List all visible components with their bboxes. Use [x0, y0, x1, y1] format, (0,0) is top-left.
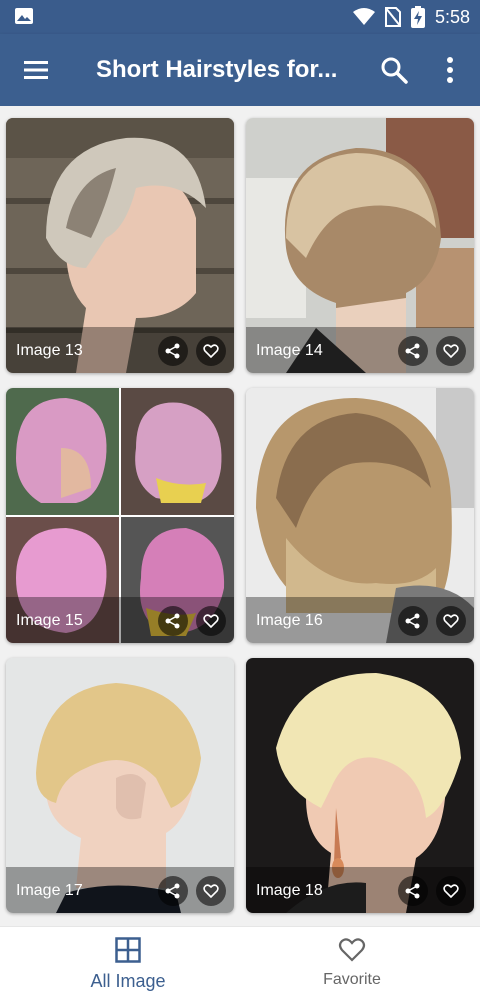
more-options-icon[interactable] — [438, 56, 462, 84]
wifi-icon — [352, 8, 375, 25]
share-icon — [405, 343, 420, 359]
status-time: 5:58 — [434, 6, 470, 27]
image-card[interactable]: Image 16 — [246, 388, 474, 643]
image-card[interactable]: Image 17 — [6, 658, 234, 913]
image-card[interactable]: Image 14 — [246, 118, 474, 373]
no-sim-icon — [384, 7, 401, 27]
page-title: Short Hairstyles for... — [96, 56, 338, 83]
grid-icon — [115, 937, 141, 963]
nav-all-image-label: All Image — [90, 971, 166, 991]
share-button[interactable] — [158, 336, 188, 366]
image-card[interactable]: Image 13 — [6, 118, 234, 373]
image-card[interactable]: Image 18 — [246, 658, 474, 913]
heart-outline-icon — [203, 344, 219, 359]
favorite-button[interactable] — [436, 606, 466, 636]
share-icon — [165, 343, 180, 359]
image-caption: Image 18 — [256, 882, 323, 899]
image-caption: Image 15 — [16, 612, 83, 629]
image-caption: Image 14 — [256, 342, 323, 359]
status-bar: 5:58 — [0, 0, 480, 34]
share-icon — [165, 613, 180, 629]
favorite-button[interactable] — [196, 606, 226, 636]
favorite-button[interactable] — [196, 876, 226, 906]
share-button[interactable] — [158, 876, 188, 906]
nav-favorite-label: Favorite — [323, 971, 381, 988]
nav-favorite[interactable]: Favorite — [232, 927, 472, 1001]
share-button[interactable] — [398, 876, 428, 906]
share-icon — [405, 613, 420, 629]
heart-outline-icon — [443, 614, 459, 629]
search-icon[interactable] — [380, 56, 408, 84]
favorite-button[interactable] — [436, 336, 466, 366]
share-icon — [405, 883, 420, 899]
image-caption: Image 13 — [16, 342, 83, 359]
image-card[interactable]: Image 15 — [6, 388, 234, 643]
image-caption: Image 16 — [256, 612, 323, 629]
share-button[interactable] — [398, 336, 428, 366]
app-bar: Short Hairstyles for... — [0, 34, 480, 106]
image-caption: Image 17 — [16, 882, 83, 899]
gallery-notification-icon — [15, 8, 33, 24]
heart-outline-icon — [338, 938, 366, 962]
heart-outline-icon — [443, 884, 459, 899]
share-button[interactable] — [158, 606, 188, 636]
share-button[interactable] — [398, 606, 428, 636]
image-grid: Image 13 Image 14 Image 15 Image 16 Imag… — [0, 106, 480, 926]
share-icon — [165, 883, 180, 899]
heart-outline-icon — [443, 344, 459, 359]
favorite-button[interactable] — [436, 876, 466, 906]
heart-outline-icon — [203, 614, 219, 629]
menu-icon[interactable] — [22, 56, 50, 84]
favorite-button[interactable] — [196, 336, 226, 366]
heart-outline-icon — [203, 884, 219, 899]
nav-all-image[interactable]: All Image — [8, 927, 248, 1001]
battery-charging-icon — [410, 6, 425, 28]
bottom-navigation: All Image Favorite — [0, 926, 480, 1001]
